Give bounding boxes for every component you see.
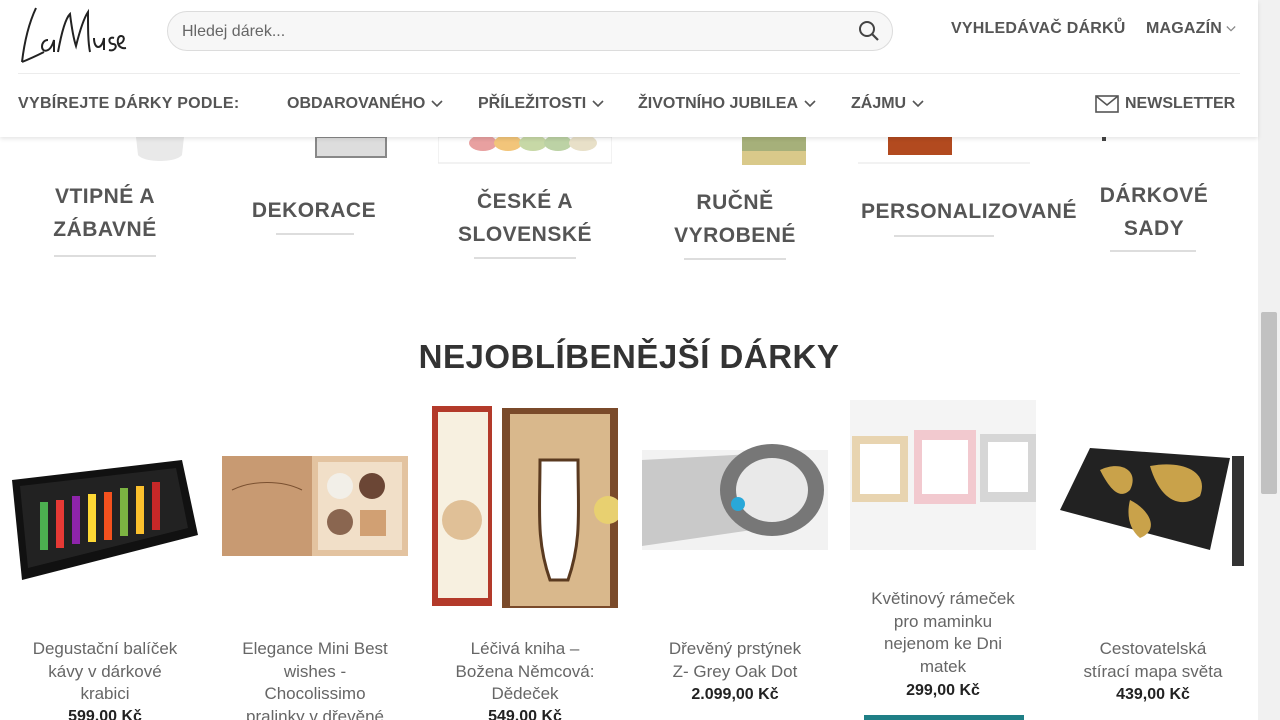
- category-underline: [1110, 250, 1196, 252]
- page-scrollbar[interactable]: [1258, 0, 1280, 720]
- product-image[interactable]: [432, 400, 618, 610]
- menu-prilezitosti[interactable]: PŘÍLEŽITOSTI: [478, 95, 604, 113]
- product-price: 599,00 Kč: [68, 708, 142, 720]
- search-input[interactable]: Hledej dárek...: [167, 11, 893, 51]
- product-name-line: Dědeček: [491, 684, 559, 703]
- chevron-down-icon: [431, 100, 443, 108]
- menu-obdarovaneho-label: OBDAROVANÉHO: [287, 95, 426, 112]
- product-price: 2.099,00 Kč: [691, 686, 779, 703]
- menu-obdarovaneho[interactable]: OBDAROVANÉHO: [287, 95, 443, 113]
- category-label: ZÁBAVNÉ: [53, 218, 157, 241]
- product-name-line: pro maminku: [893, 611, 993, 631]
- chevron-down-icon: [1226, 26, 1236, 32]
- category-label: DÁRKOVÉ: [1099, 184, 1209, 207]
- category-image-personalized[interactable]: [858, 137, 1030, 165]
- product-name-line: nejenom ke Dni: [883, 634, 1003, 653]
- category-image-gift-sets[interactable]: [1096, 137, 1116, 165]
- product-image[interactable]: [222, 400, 408, 610]
- product-image[interactable]: [850, 400, 1036, 570]
- category-label: DEKORACE: [251, 199, 377, 222]
- product-name[interactable]: Květinový rámeček pro maminku nejenom ke…: [844, 588, 1042, 678]
- product-name-line: Degustační balíček: [32, 639, 178, 658]
- product-name-line: wishes -: [283, 661, 347, 681]
- newsletter-link[interactable]: NEWSLETTER: [1095, 95, 1235, 113]
- category-decor[interactable]: DEKORACE: [234, 194, 394, 227]
- product-name-line: Elegance Mini Best: [242, 639, 388, 658]
- chevron-down-icon: [912, 100, 924, 108]
- category-underline: [474, 257, 576, 259]
- category-funny[interactable]: VTIPNÉ A ZÁBAVNÉ: [30, 180, 180, 246]
- category-label: VYROBENÉ: [674, 224, 796, 247]
- product-name[interactable]: Cestovatelská stírací mapa světa: [1054, 638, 1252, 683]
- product-name-line: Chocolissimo: [264, 684, 366, 703]
- category-underline: [54, 255, 156, 257]
- menu-zajmu[interactable]: ZÁJMU: [851, 95, 924, 113]
- product-name[interactable]: Degustační balíček kávy v dárkové krabic…: [6, 638, 204, 706]
- gift-finder-link[interactable]: VYHLEDÁVAČ DÁRKŮ: [951, 20, 1125, 38]
- category-personalized[interactable]: PERSONALIZOVANÉ: [854, 195, 1084, 228]
- add-to-cart-button[interactable]: [864, 715, 1024, 720]
- category-label: PERSONALIZOVANÉ: [861, 200, 1077, 223]
- product-name-line: Cestovatelská: [1099, 639, 1207, 658]
- product-name-line: krabici: [80, 684, 130, 703]
- product-name-line: matek: [919, 656, 967, 676]
- scrollbar-thumb[interactable]: [1261, 312, 1277, 494]
- site-header: Hledej dárek... VYHLEDÁVAČ DÁRKŮ MAGAZÍN…: [0, 0, 1258, 137]
- browse-label-text: VYBÍREJTE DÁRKY PODLE:: [18, 95, 240, 112]
- product-name-line: stírací mapa světa: [1083, 661, 1223, 681]
- category-label: SLOVENSKÉ: [457, 223, 593, 246]
- menu-zivotniho-jubilea[interactable]: ŽIVOTNÍHO JUBILEA: [638, 95, 816, 113]
- product-name-line: Květinový rámeček: [871, 589, 1015, 608]
- search-placeholder: Hledej dárek...: [182, 23, 286, 40]
- product-image[interactable]: [642, 400, 828, 610]
- newsletter-label: NEWSLETTER: [1125, 95, 1236, 112]
- category-underline: [894, 235, 994, 237]
- product-name-line: Léčivá kniha –: [470, 639, 580, 658]
- category-gift-sets[interactable]: DÁRKOVÉ SADY: [1080, 179, 1228, 245]
- product-name[interactable]: Dřevěný prstýnek Z- Grey Oak Dot: [636, 638, 834, 683]
- product-price: 299,00 Kč: [906, 682, 980, 699]
- chevron-down-icon: [592, 100, 604, 108]
- category-image-handmade[interactable]: [740, 137, 808, 165]
- la-muse-logo[interactable]: [18, 0, 130, 70]
- product-price: 549,00 Kč: [488, 708, 562, 720]
- menu-jubilea-label: ŽIVOTNÍHO JUBILEA: [638, 95, 799, 112]
- section-title: NEJOBLÍBENĚJŠÍ DÁRKY: [418, 338, 840, 375]
- product-price: 439,00 Kč: [1116, 686, 1190, 703]
- menu-zajmu-label: ZÁJMU: [851, 95, 907, 112]
- header-divider: [18, 73, 1240, 74]
- product-image[interactable]: [1060, 400, 1246, 610]
- category-label: VTIPNÉ A: [54, 185, 156, 208]
- magazine-label: MAGAZÍN: [1146, 20, 1223, 37]
- category-image-czech-slovak[interactable]: [437, 135, 613, 165]
- product-name-line: kávy v dárkové: [48, 661, 162, 681]
- magazine-menu[interactable]: MAGAZÍN: [1146, 20, 1236, 38]
- product-name-line: Dřevěný prstýnek: [668, 639, 802, 658]
- product-name[interactable]: Léčivá kniha – Božena Němcová: Dědeček: [426, 638, 624, 706]
- product-name[interactable]: Elegance Mini Best wishes - Chocolissimo…: [216, 638, 414, 720]
- category-label: ČESKÉ A: [476, 190, 574, 213]
- product-name-line: pralinky v dřevěné: [246, 706, 384, 720]
- envelope-icon: [1095, 95, 1119, 113]
- category-czech-slovak[interactable]: ČESKÉ A SLOVENSKÉ: [440, 185, 610, 251]
- category-handmade[interactable]: RUČNĚ VYROBENÉ: [650, 186, 820, 252]
- search-icon[interactable]: [858, 20, 880, 42]
- category-image-decor[interactable]: [314, 136, 388, 165]
- category-underline: [684, 258, 786, 260]
- category-underline: [276, 233, 354, 235]
- category-label: SADY: [1123, 217, 1185, 240]
- browse-label: VYBÍREJTE DÁRKY PODLE:: [18, 95, 239, 113]
- chevron-down-icon: [804, 100, 816, 108]
- category-label: RUČNĚ: [696, 191, 774, 214]
- category-image-funny[interactable]: [130, 137, 190, 165]
- menu-prilezitosti-label: PŘÍLEŽITOSTI: [478, 95, 587, 112]
- product-image[interactable]: [12, 400, 198, 610]
- product-name-line: Božena Němcová:: [455, 661, 595, 681]
- product-name-line: Z- Grey Oak Dot: [672, 661, 798, 681]
